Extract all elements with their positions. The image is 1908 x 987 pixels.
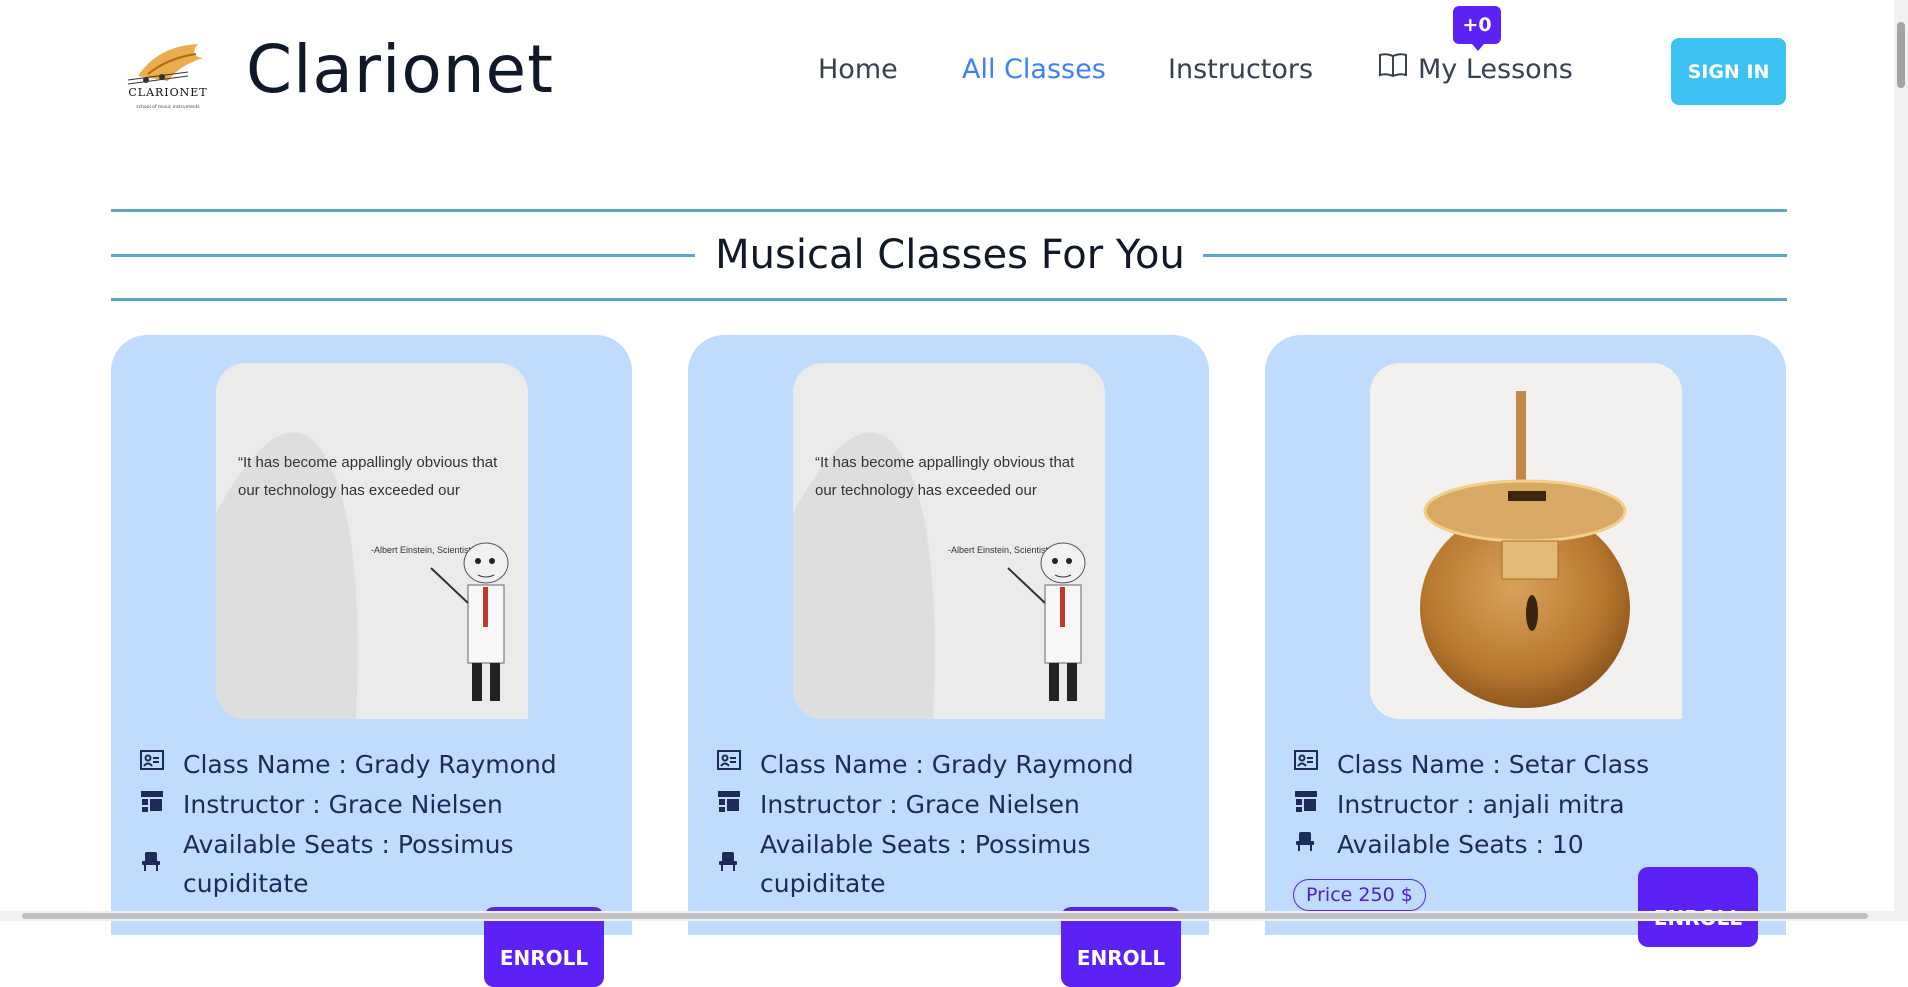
nav-my-lessons-label: My Lessons: [1418, 54, 1573, 85]
divider-bottom: [111, 298, 1787, 301]
logo-subtext: school of music instruments: [136, 104, 200, 110]
horizontal-scrollbar[interactable]: [0, 911, 1908, 921]
instructor-row: Instructor : Grace Nielsen: [716, 785, 1140, 824]
class-image: “It has become appallingly obvious that …: [793, 363, 1105, 719]
seats-row: Available Seats : Possimus cupiditate: [139, 825, 563, 903]
class-icon: [139, 749, 167, 777]
instructor-icon: [139, 789, 167, 817]
sign-in-button[interactable]: SIGN IN: [1671, 38, 1786, 105]
lessons-count-badge: +0: [1453, 6, 1501, 51]
class-name: Class Name : Setar Class: [1337, 750, 1650, 779]
available-seats: Available Seats : Possimus cupiditate: [760, 830, 1091, 898]
class-card: “It has become appallingly obvious that …: [688, 335, 1209, 987]
available-seats: Available Seats : 10: [1337, 830, 1584, 859]
available-seats: Available Seats : Possimus cupiditate: [183, 830, 514, 898]
divider-right: [1203, 254, 1787, 257]
class-name: Class Name : Grady Raymond: [183, 750, 557, 779]
instructor-row: Instructor : anjali mitra: [1293, 785, 1717, 824]
seat-icon: [716, 849, 744, 877]
book-icon: [1378, 52, 1408, 88]
price-badge: Price 250 $: [1293, 879, 1426, 911]
class-card: Class Name : Setar Class Instructor : an…: [1265, 335, 1786, 947]
vertical-scrollbar[interactable]: [1894, 0, 1908, 921]
class-name-row: Class Name : Grady Raymond: [716, 745, 1140, 784]
quote-author: -Albert Einstein, Scientist: [948, 545, 1049, 555]
quote-text: “It has become appallingly obvious that …: [238, 454, 498, 499]
instructor-name: Instructor : Grace Nielsen: [760, 790, 1080, 819]
nav-home[interactable]: Home: [818, 52, 898, 88]
vertical-scrollbar-thumb[interactable]: [1897, 22, 1905, 88]
class-name-row: Class Name : Grady Raymond: [139, 745, 563, 784]
instructor-name: Instructor : anjali mitra: [1337, 790, 1625, 819]
divider-top: [111, 209, 1787, 212]
enroll-button[interactable]: ENROLL: [1638, 867, 1758, 947]
instructor-name: Instructor : Grace Nielsen: [183, 790, 503, 819]
instructor-icon: [1293, 789, 1321, 817]
logo-text: CLARIONET: [128, 86, 207, 99]
section-title: Musical Classes For You: [715, 232, 1185, 278]
brand-logo[interactable]: CLARIONET school of music instruments: [118, 36, 218, 114]
seat-icon: [1293, 829, 1321, 857]
class-icon: [1293, 749, 1321, 777]
nav-all-classes[interactable]: All Classes: [962, 52, 1106, 88]
instructor-row: Instructor : Grace Nielsen: [139, 785, 563, 824]
class-card: “It has become appallingly obvious that …: [111, 335, 632, 987]
divider-left: [111, 254, 695, 257]
class-image: “It has become appallingly obvious that …: [216, 363, 528, 719]
class-icon: [716, 749, 744, 777]
brand-name[interactable]: Clarionet: [246, 30, 554, 110]
horizontal-scrollbar-thumb[interactable]: [22, 913, 1868, 919]
seat-icon: [139, 849, 167, 877]
class-image: [1370, 363, 1682, 719]
class-name: Class Name : Grady Raymond: [760, 750, 1134, 779]
seats-row: Available Seats : 10: [1293, 825, 1717, 864]
nav-instructors[interactable]: Instructors: [1168, 52, 1313, 88]
nav-my-lessons[interactable]: My Lessons: [1378, 52, 1573, 88]
instructor-icon: [716, 789, 744, 817]
setar-instrument-icon: [1370, 363, 1682, 719]
class-name-row: Class Name : Setar Class: [1293, 745, 1717, 784]
quote-author: -Albert Einstein, Scientist: [371, 545, 472, 555]
quote-text: “It has become appallingly obvious that …: [815, 454, 1075, 499]
seats-row: Available Seats : Possimus cupiditate: [716, 825, 1140, 903]
